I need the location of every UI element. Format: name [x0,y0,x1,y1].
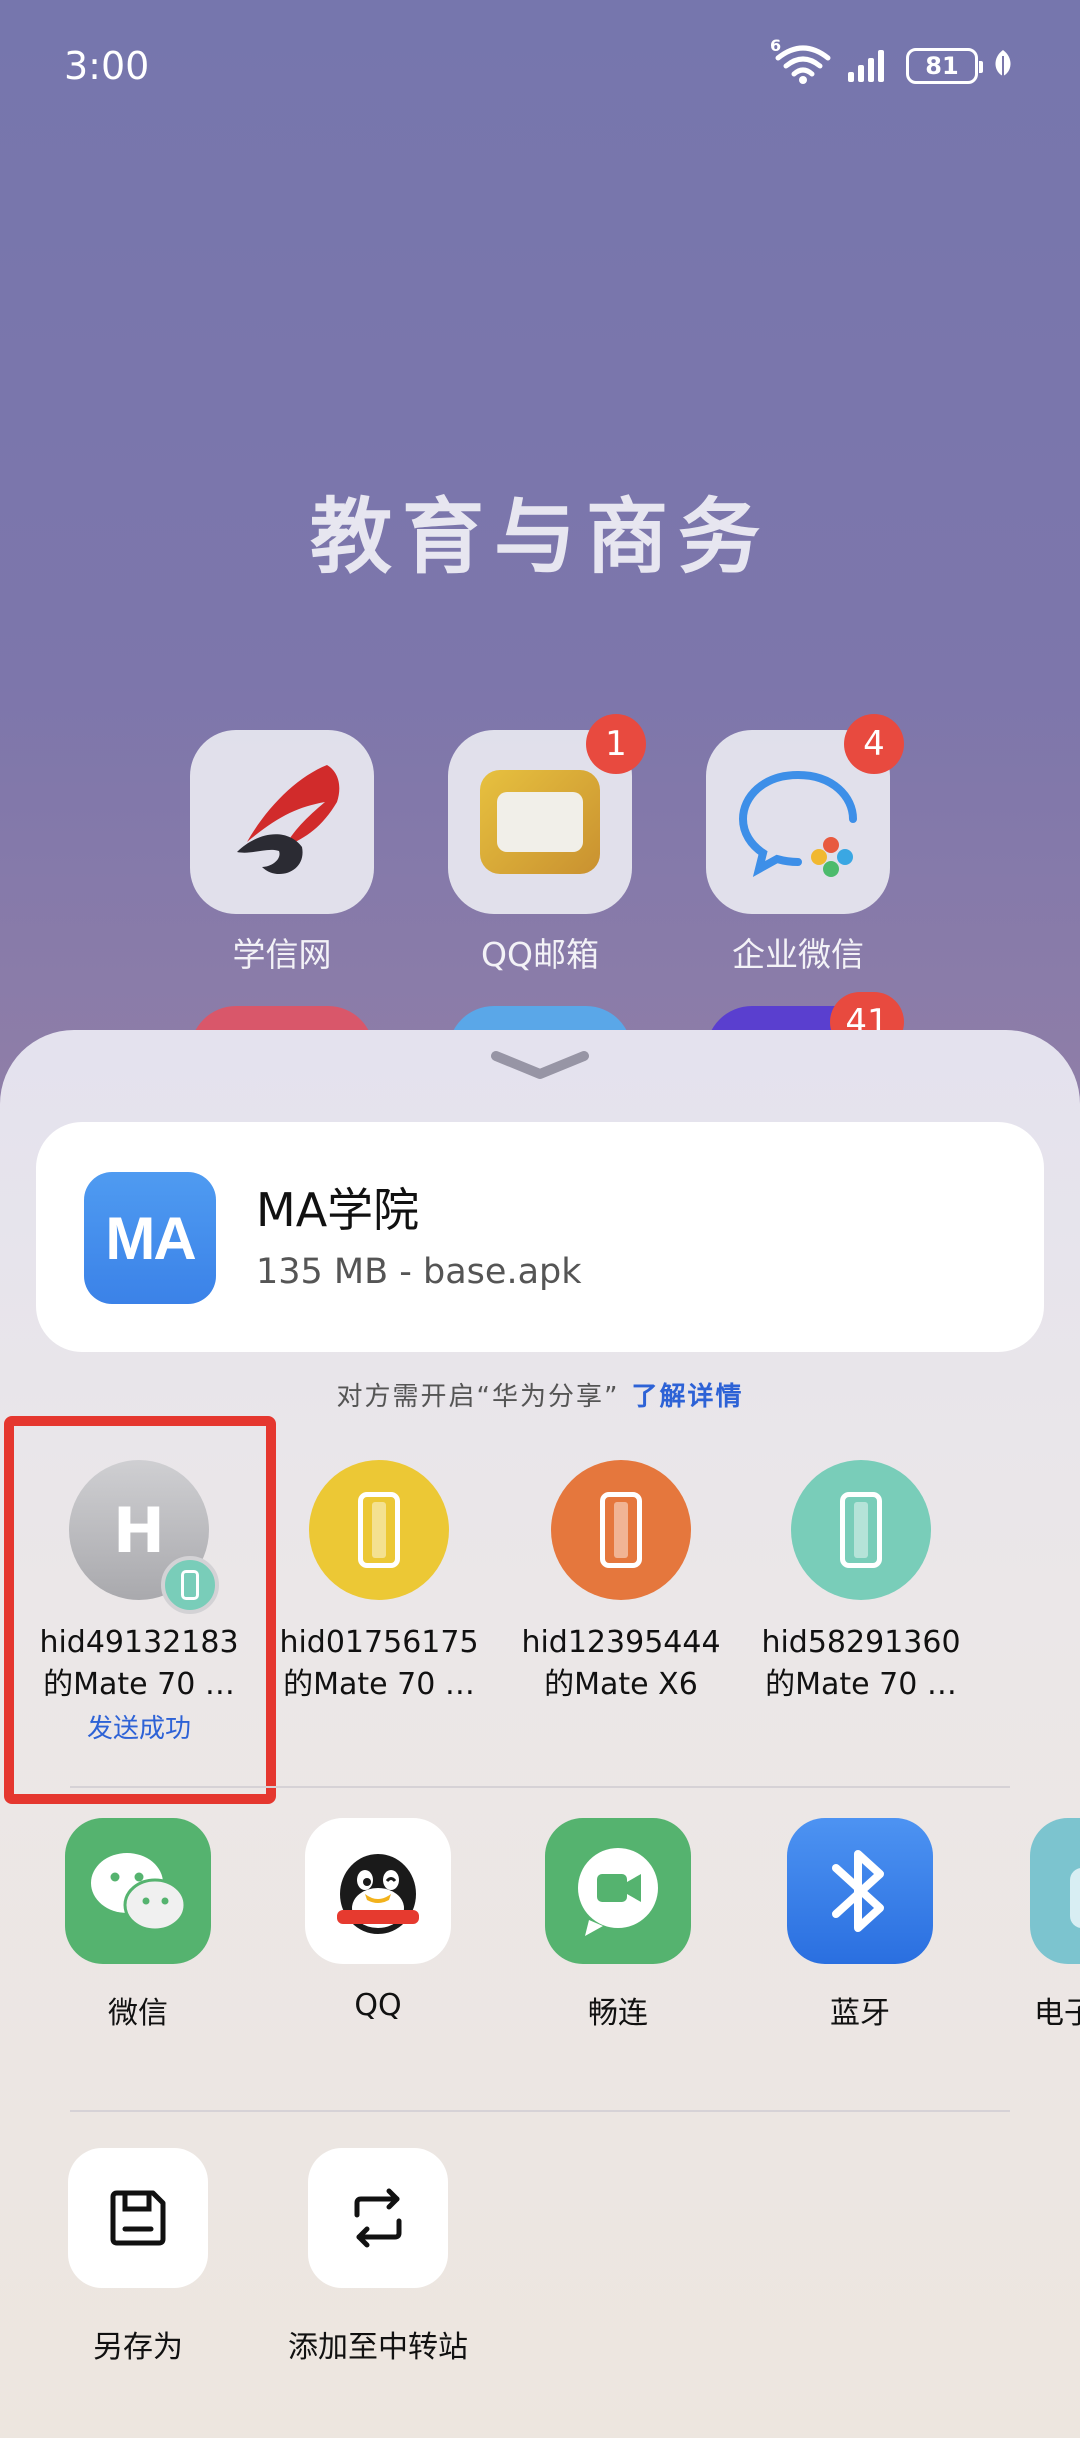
battery-indicator: 81 [906,48,983,84]
share-app-meetime[interactable]: 畅连 [518,1818,718,2032]
action-label: 另存为 [93,2330,183,2365]
device-name-line1: hid01756175 [279,1625,479,1660]
status-icons: 6 81 [770,36,1014,88]
device-name-line2: 的Mate 70 … [283,1667,475,1702]
email-icon [1030,1818,1080,1964]
wechat-icon [65,1818,211,1964]
share-app-label: 蓝牙 [830,1996,890,2031]
qq-mail-icon: 1 [448,714,646,914]
home-app-label: QQ邮箱 [481,935,599,974]
transfer-station-icon [308,2148,448,2288]
home-app-label: 学信网 [232,935,332,974]
share-app-label: 畅连 [588,1996,648,2031]
meetime-icon [545,1818,691,1964]
add-to-transfer-station-button[interactable]: 添加至中转站 [258,2148,498,2366]
home-app-label: 企业微信 [732,935,864,974]
share-sheet: MA MA学院 135 MB - base.apk 对方需开启“华为分享” 了解详… [0,1030,1080,2438]
learn-more-link[interactable]: 了解详情 [631,1382,743,1412]
folder-title: 教育与商务 [309,490,770,585]
share-app-wechat[interactable]: 微信 [38,1818,238,2032]
device-name-line1: hid12395444 [521,1625,721,1660]
network-type-label: 6 [770,36,782,55]
save-as-button[interactable]: 另存为 [18,2148,258,2366]
leaf-icon [992,48,1014,84]
share-hint-text: 对方需开启“华为分享” [336,1382,620,1412]
divider [70,2110,1010,2112]
save-icon [68,2148,208,2288]
phone-icon [600,1492,642,1568]
signal-icon [846,46,892,86]
home-app-xuexin[interactable]: 学信网 [190,730,374,976]
highlight-box [4,1416,276,1804]
phone-icon [840,1492,882,1568]
status-time: 3:00 [64,44,150,88]
device-name-line1: hid58291360 [761,1625,961,1660]
action-label: 添加至中转站 [288,2330,468,2365]
file-meta: 135 MB - base.apk [256,1252,582,1292]
device-avatar [791,1460,931,1600]
device-item[interactable]: hid01756175 的Mate 70 … [274,1460,484,1706]
qq-icon [305,1818,451,1964]
collapse-handle-icon[interactable] [490,1048,590,1086]
bluetooth-icon [787,1818,933,1964]
status-bar: 3:00 6 81 [0,0,1080,130]
device-name-line2: 的Mate 70 … [765,1667,957,1702]
xuexin-logo-icon [190,730,374,914]
share-hint: 对方需开启“华为分享” 了解详情 [0,1376,1080,1413]
home-app-qq-mail[interactable]: 1 QQ邮箱 [448,714,646,976]
share-app-email[interactable]: 电子 [1000,1818,1080,2032]
device-item[interactable]: hid12395444 的Mate X6 [516,1460,726,1706]
share-app-bluetooth[interactable]: 蓝牙 [760,1818,960,2032]
share-app-qq[interactable]: QQ [278,1818,478,2023]
device-name-line2: 的Mate X6 [544,1667,698,1702]
phone-icon [358,1492,400,1568]
wecom-icon: 4 [706,714,904,914]
file-name: MA学院 [256,1183,420,1237]
ma-app-icon: MA [84,1172,216,1304]
divider [70,1786,1010,1788]
unread-badge: 4 [844,714,904,774]
device-item[interactable]: hid58291360 的Mate 70 … [756,1460,966,1706]
home-app-wecom[interactable]: 4 企业微信 [706,714,904,976]
wifi-icon: 6 [770,36,832,88]
file-icon-text: MA [105,1204,196,1272]
device-avatar [309,1460,449,1600]
device-avatar [551,1460,691,1600]
share-app-label: 微信 [108,1996,168,2031]
share-app-label: 电子 [1034,1996,1080,2031]
unread-badge: 1 [586,714,646,774]
share-app-label: QQ [354,1988,402,2023]
file-card: MA MA学院 135 MB - base.apk [36,1122,1044,1352]
